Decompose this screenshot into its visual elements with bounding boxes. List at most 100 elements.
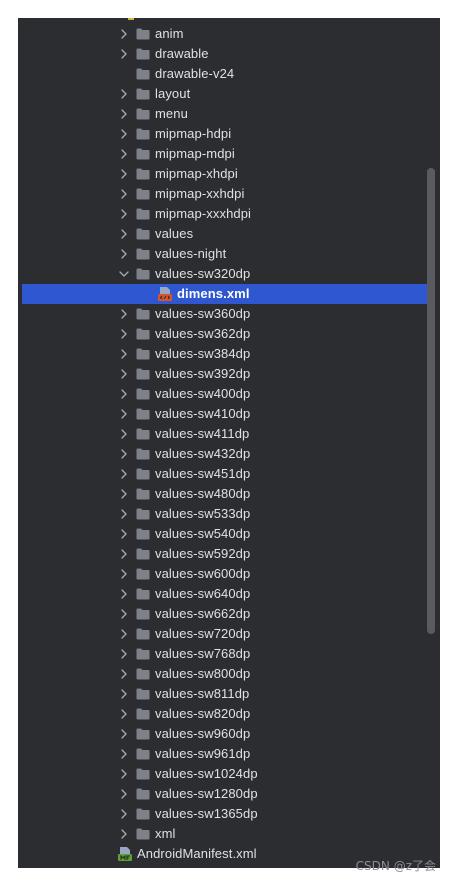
chevron-right-icon[interactable] [118,348,130,360]
tree-item-folder[interactable]: values-sw811dp [18,684,440,704]
tree-item-folder[interactable]: values-sw451dp [18,464,440,484]
tree-item-folder[interactable]: menu [18,104,440,124]
folder-icon [136,188,150,200]
folder-icon [136,808,150,820]
chevron-right-icon[interactable] [118,448,130,460]
chevron-right-icon[interactable] [118,388,130,400]
tree-item-folder[interactable]: values-sw1280dp [18,784,440,804]
tree-item-folder[interactable]: xml [18,824,440,844]
chevron-right-icon[interactable] [118,208,130,220]
chevron-right-icon[interactable] [118,688,130,700]
chevron-right-icon[interactable] [118,608,130,620]
folder-icon [136,348,150,360]
chevron-right-icon[interactable] [118,488,130,500]
folder-icon [136,388,150,400]
tree-item-folder[interactable]: values-sw662dp [18,604,440,624]
chevron-right-icon[interactable] [118,788,130,800]
chevron-right-icon[interactable] [118,748,130,760]
chevron-right-icon[interactable] [118,28,130,40]
chevron-right-icon[interactable] [118,708,130,720]
chevron-right-icon[interactable] [118,128,130,140]
tree-item-folder[interactable]: values-sw768dp [18,644,440,664]
tree-item-folder[interactable]: values-sw592dp [18,544,440,564]
chevron-right-icon[interactable] [118,668,130,680]
chevron-right-icon[interactable] [118,408,130,420]
tree-item-label: values-sw768dp [155,646,251,661]
tree-item-folder[interactable]: values-sw540dp [18,524,440,544]
chevron-right-icon[interactable] [118,88,130,100]
tree-item-folder[interactable]: values-sw640dp [18,584,440,604]
tree-item-folder[interactable]: values-sw600dp [18,564,440,584]
chevron-right-icon[interactable] [118,568,130,580]
chevron-right-icon[interactable] [118,168,130,180]
chevron-right-icon[interactable] [118,828,130,840]
chevron-right-icon[interactable] [118,248,130,260]
folder-icon [136,628,150,640]
tree-item-label: values [155,226,194,241]
tree-item-folder[interactable]: values-sw400dp [18,384,440,404]
tree-item-folder[interactable]: values-night [18,244,440,264]
tree-item-folder[interactable]: values-sw533dp [18,504,440,524]
chevron-right-icon[interactable] [118,48,130,60]
chevron-right-icon[interactable] [118,428,130,440]
chevron-right-icon[interactable] [118,588,130,600]
project-tree-panel: anim drawable drawable-v24 layout menu mipmap… [18,18,440,868]
folder-icon [136,408,150,420]
tree-item-label: values-sw480dp [155,486,251,501]
chevron-right-icon[interactable] [118,228,130,240]
tree-item-folder[interactable]: drawable-v24 [18,64,440,84]
tree-item-folder[interactable]: values-sw392dp [18,364,440,384]
tree-item-folder[interactable]: values-sw1365dp [18,804,440,824]
tree-item-folder[interactable]: values-sw384dp [18,344,440,364]
tree-item-folder[interactable]: values-sw320dp [18,264,440,284]
folder-icon [136,568,150,580]
tree-item-folder[interactable]: values [18,224,440,244]
folder-icon [136,328,150,340]
tree-item-folder[interactable]: layout [18,84,440,104]
chevron-down-icon[interactable] [118,268,130,280]
tree-item-label: mipmap-xhdpi [155,166,238,181]
tree-item-folder[interactable]: values-sw432dp [18,444,440,464]
android-manifest-icon [118,847,132,861]
tree-item-folder[interactable]: mipmap-hdpi [18,124,440,144]
chevron-right-icon[interactable] [118,308,130,320]
chevron-right-icon[interactable] [118,188,130,200]
vertical-scrollbar[interactable] [427,168,435,634]
tree-item-folder[interactable]: anim [18,24,440,44]
chevron-right-icon[interactable] [118,508,130,520]
chevron-right-icon[interactable] [118,548,130,560]
chevron-right-icon[interactable] [118,148,130,160]
tree-item-folder[interactable]: values-sw800dp [18,664,440,684]
chevron-right-icon[interactable] [118,628,130,640]
tree-item-folder[interactable]: values-sw360dp [18,304,440,324]
chevron-right-icon[interactable] [118,648,130,660]
chevron-right-icon[interactable] [118,108,130,120]
tree-item-file[interactable]: dimens.xml [22,284,428,304]
tree-item-folder[interactable]: values-sw820dp [18,704,440,724]
tree-item-folder[interactable]: values-sw960dp [18,724,440,744]
tree-item-folder[interactable]: values-sw1024dp [18,764,440,784]
tree-item-folder[interactable]: mipmap-xhdpi [18,164,440,184]
tree-item-folder[interactable]: values-sw362dp [18,324,440,344]
folder-icon [136,828,150,840]
chevron-right-icon[interactable] [118,468,130,480]
chevron-right-icon[interactable] [118,808,130,820]
tree-item-folder[interactable]: drawable [18,44,440,64]
tree-item-folder[interactable]: values-sw480dp [18,484,440,504]
tree-item-folder[interactable]: mipmap-mdpi [18,144,440,164]
tree-item-folder[interactable]: values-sw411dp [18,424,440,444]
chevron-right-icon[interactable] [118,768,130,780]
tree-item-folder[interactable]: values-sw961dp [18,744,440,764]
watermark: CSDN @z了会 [355,859,436,873]
tree-item-folder[interactable]: mipmap-xxxhdpi [18,204,440,224]
chevron-right-icon[interactable] [118,528,130,540]
xml-file-icon [158,287,172,301]
tree-item-folder[interactable]: values-sw410dp [18,404,440,424]
chevron-right-icon[interactable] [118,368,130,380]
chevron-right-icon[interactable] [118,728,130,740]
tree-item-label: values-sw1280dp [155,786,258,801]
tree-item-label: values-sw392dp [155,366,251,381]
tree-item-folder[interactable]: mipmap-xxhdpi [18,184,440,204]
chevron-right-icon[interactable] [118,328,130,340]
tree-item-folder[interactable]: values-sw720dp [18,624,440,644]
